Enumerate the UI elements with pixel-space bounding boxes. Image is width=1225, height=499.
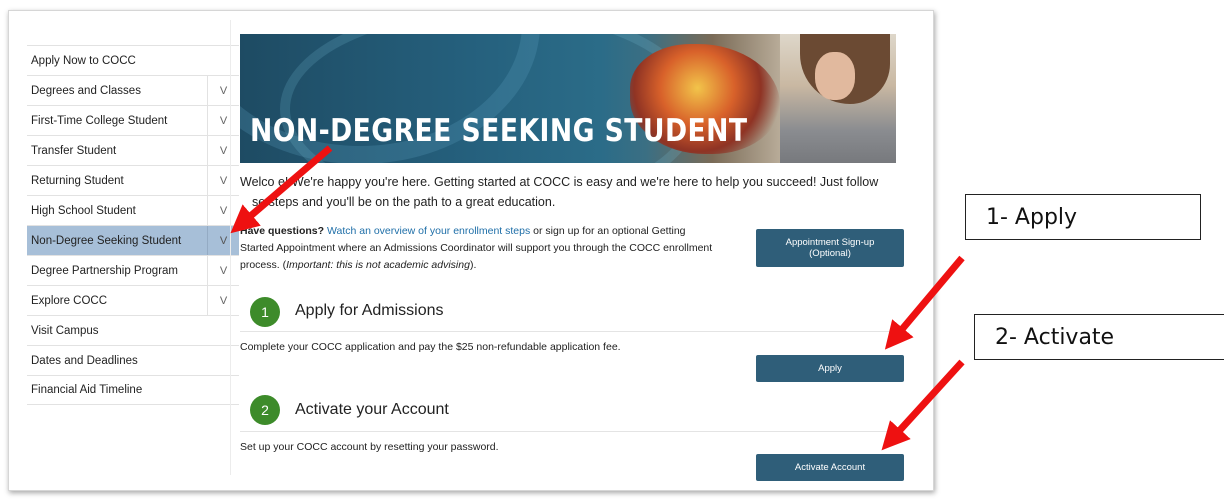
sidebar-item-financial-aid[interactable]: Financial Aid Timeline [27,375,239,405]
sidebar-item-high-school[interactable]: High School Student V [27,195,239,225]
chevron-down-icon[interactable]: V [207,106,239,135]
appointment-signup-button[interactable]: Appointment Sign-up (Optional) [756,229,904,267]
chevron-down-icon[interactable]: V [207,136,239,165]
appointment-sublabel: (Optional) [809,248,851,259]
banner-photo-face [815,52,855,100]
divider [240,431,896,432]
sidebar-item-explore[interactable]: Explore COCC V [27,285,239,315]
hero-banner: NON-DEGREE SEEKING STUDENT [240,34,896,163]
step-description: Set up your COCC account by resetting yo… [240,441,499,453]
sidebar-nav: Apply Now to COCC Degrees and Classes V F… [27,45,239,405]
annotated-screenshot: Apply Now to COCC Degrees and Classes V F… [0,0,1225,499]
chevron-down-icon[interactable]: V [207,256,239,285]
questions-end: ). [469,259,477,271]
questions-text: Have questions? Watch an overview of you… [240,223,718,274]
sidebar-item-label: High School Student [31,204,136,217]
questions-note: Important: this is not academic advising [286,259,470,271]
callout-activate: 2- Activate [974,314,1224,360]
sidebar-item-label: Degrees and Classes [31,84,141,97]
sidebar-item-label: Financial Aid Timeline [31,384,143,396]
chevron-down-icon[interactable]: V [207,166,239,195]
callout-apply: 1- Apply [965,194,1201,240]
chevron-down-icon[interactable]: V [207,286,239,315]
sidebar-item-label: Dates and Deadlines [31,354,138,367]
callout-label: 1- Apply [986,204,1078,230]
sidebar-item-non-degree[interactable]: Non-Degree Seeking Student V [27,225,239,255]
step-number-badge: 2 [250,395,280,425]
column-divider [230,20,231,475]
sidebar-item-label: Visit Campus [31,324,99,337]
sidebar-item-label: Apply Now to COCC [31,54,136,67]
sidebar-item-visit-campus[interactable]: Visit Campus [27,315,239,345]
step-title: Apply for Admissions [295,302,444,319]
sidebar-item-returning[interactable]: Returning Student V [27,165,239,195]
callout-label: 2- Activate [995,324,1115,350]
sidebar-item-label: Degree Partnership Program [31,264,179,277]
divider [240,331,896,332]
apply-button[interactable]: Apply [756,355,904,382]
appointment-label: Appointment Sign-up [785,237,875,248]
sidebar-item-label: Returning Student [31,174,124,187]
sidebar-item-transfer[interactable]: Transfer Student V [27,135,239,165]
page-title: NON-DEGREE SEEKING STUDENT [250,113,748,149]
sidebar-item-degree-partnership[interactable]: Degree Partnership Program V [27,255,239,285]
sidebar-item-first-time[interactable]: First-Time College Student V [27,105,239,135]
sidebar-item-label: Non-Degree Seeking Student [31,234,182,247]
sidebar-item-dates[interactable]: Dates and Deadlines [27,345,239,375]
sidebar-item-degrees-classes[interactable]: Degrees and Classes V [27,75,239,105]
chevron-down-icon[interactable]: V [207,196,239,225]
questions-heading: Have questions? [240,225,325,237]
intro-line: se steps and you'll be on the path to a … [252,195,556,209]
overview-link[interactable]: Watch an overview of your enrollment ste… [327,225,530,237]
intro-text: Welco e! We're happy you're here. Gettin… [240,172,900,212]
sidebar-item-label: Explore COCC [31,294,108,307]
chevron-down-icon[interactable]: V [207,226,239,255]
step-number-badge: 1 [250,297,280,327]
sidebar-item-label: Transfer Student [31,144,117,157]
sidebar-item-label: First-Time College Student [31,114,168,127]
step-description: Complete your COCC application and pay t… [240,341,621,353]
chevron-down-icon[interactable]: V [207,76,239,105]
step-title: Activate your Account [295,401,449,418]
activate-account-button[interactable]: Activate Account [756,454,904,481]
intro-line: Welco e! We're happy you're here. Gettin… [240,175,879,189]
sidebar-item-apply-now[interactable]: Apply Now to COCC [27,45,239,75]
